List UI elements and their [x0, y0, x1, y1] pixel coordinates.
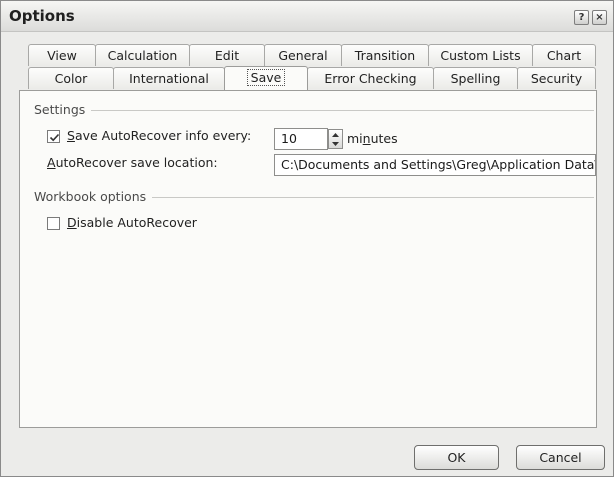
- tab-international[interactable]: International: [113, 67, 225, 89]
- help-icon[interactable]: ?: [574, 10, 589, 25]
- settings-section-label: Settings: [34, 102, 92, 117]
- window-title: Options: [9, 7, 75, 25]
- title-bar[interactable]: Options ? ×: [1, 1, 613, 32]
- options-dialog: Options ? × View Calculation Edit Genera…: [0, 0, 614, 477]
- tab-edit[interactable]: Edit: [189, 44, 265, 66]
- tab-color[interactable]: Color: [28, 67, 114, 89]
- disable-autorecover-label[interactable]: Disable AutoRecover: [67, 215, 197, 230]
- autorecover-interval-input[interactable]: 10: [274, 128, 328, 150]
- close-icon[interactable]: ×: [592, 10, 607, 25]
- tab-spelling[interactable]: Spelling: [433, 67, 518, 89]
- tab-chart[interactable]: Chart: [532, 44, 596, 66]
- tab-calculation[interactable]: Calculation: [95, 44, 190, 66]
- interval-spinner[interactable]: [328, 129, 343, 149]
- save-tab-panel: Settings Save AutoRecover info every: 10…: [19, 90, 597, 428]
- ok-button[interactable]: OK: [414, 445, 499, 470]
- checkmark-icon: [49, 133, 60, 142]
- settings-divider: [34, 110, 594, 111]
- arrow-down-icon[interactable]: [329, 139, 342, 148]
- tab-save[interactable]: Save: [224, 66, 308, 90]
- arrow-up-icon[interactable]: [329, 130, 342, 139]
- tab-custom-lists[interactable]: Custom Lists: [428, 44, 533, 66]
- disable-autorecover-checkbox[interactable]: [47, 217, 60, 230]
- cancel-button[interactable]: Cancel: [516, 445, 605, 470]
- autorecover-label[interactable]: Save AutoRecover info every:: [67, 128, 251, 143]
- tab-general[interactable]: General: [264, 44, 342, 66]
- tab-view[interactable]: View: [28, 44, 96, 66]
- tab-security[interactable]: Security: [517, 67, 596, 89]
- minutes-label: minutes: [347, 131, 398, 146]
- autorecover-checkbox[interactable]: [47, 130, 60, 143]
- tab-error-checking[interactable]: Error Checking: [307, 67, 434, 89]
- workbook-options-section-label: Workbook options: [34, 189, 153, 204]
- save-location-input[interactable]: C:\Documents and Settings\Greg\Applicati…: [274, 154, 596, 176]
- tab-transition[interactable]: Transition: [341, 44, 429, 66]
- save-location-label: AutoRecover save location:: [47, 155, 218, 170]
